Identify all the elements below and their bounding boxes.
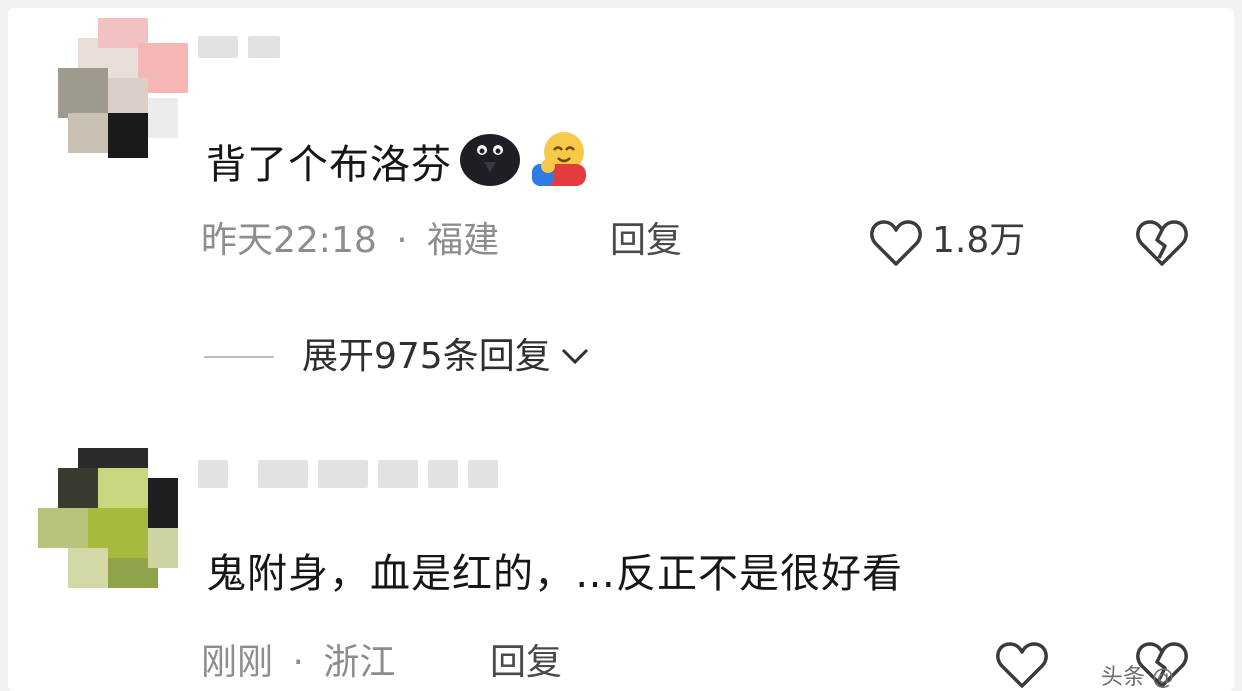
username-blurred[interactable]: [198, 36, 280, 58]
comment-list: 背了个布洛芬 昨天22:18 · 福建 回复 1.8万 展开975条回复 鬼附身…: [8, 8, 1234, 691]
username-blurred[interactable]: [198, 460, 498, 488]
heart-icon[interactable]: [994, 638, 1050, 691]
reply-button[interactable]: 回复: [490, 640, 562, 686]
comment-meta: 昨天22:18 · 福建: [201, 220, 500, 261]
comment-meta: 刚刚 · 浙江: [201, 642, 396, 683]
dark-blob-emoji: [458, 128, 522, 201]
watermark: 头条 @: [1101, 665, 1174, 690]
comment-text: 背了个布洛芬: [206, 128, 592, 201]
expand-replies-button[interactable]: 展开975条回复: [204, 334, 591, 380]
chevron-down-icon: [559, 334, 591, 380]
heart-icon[interactable]: [868, 216, 924, 272]
comment-text: 鬼附身，血是红的，…反正不是很好看: [206, 551, 903, 597]
like-count: 1.8万: [932, 220, 1026, 261]
hugging-face-emoji: [528, 128, 592, 201]
avatar[interactable]: [38, 18, 188, 173]
divider: [204, 356, 274, 358]
reply-button[interactable]: 回复: [610, 218, 682, 264]
broken-heart-icon[interactable]: [1134, 216, 1190, 272]
avatar[interactable]: [38, 448, 188, 598]
